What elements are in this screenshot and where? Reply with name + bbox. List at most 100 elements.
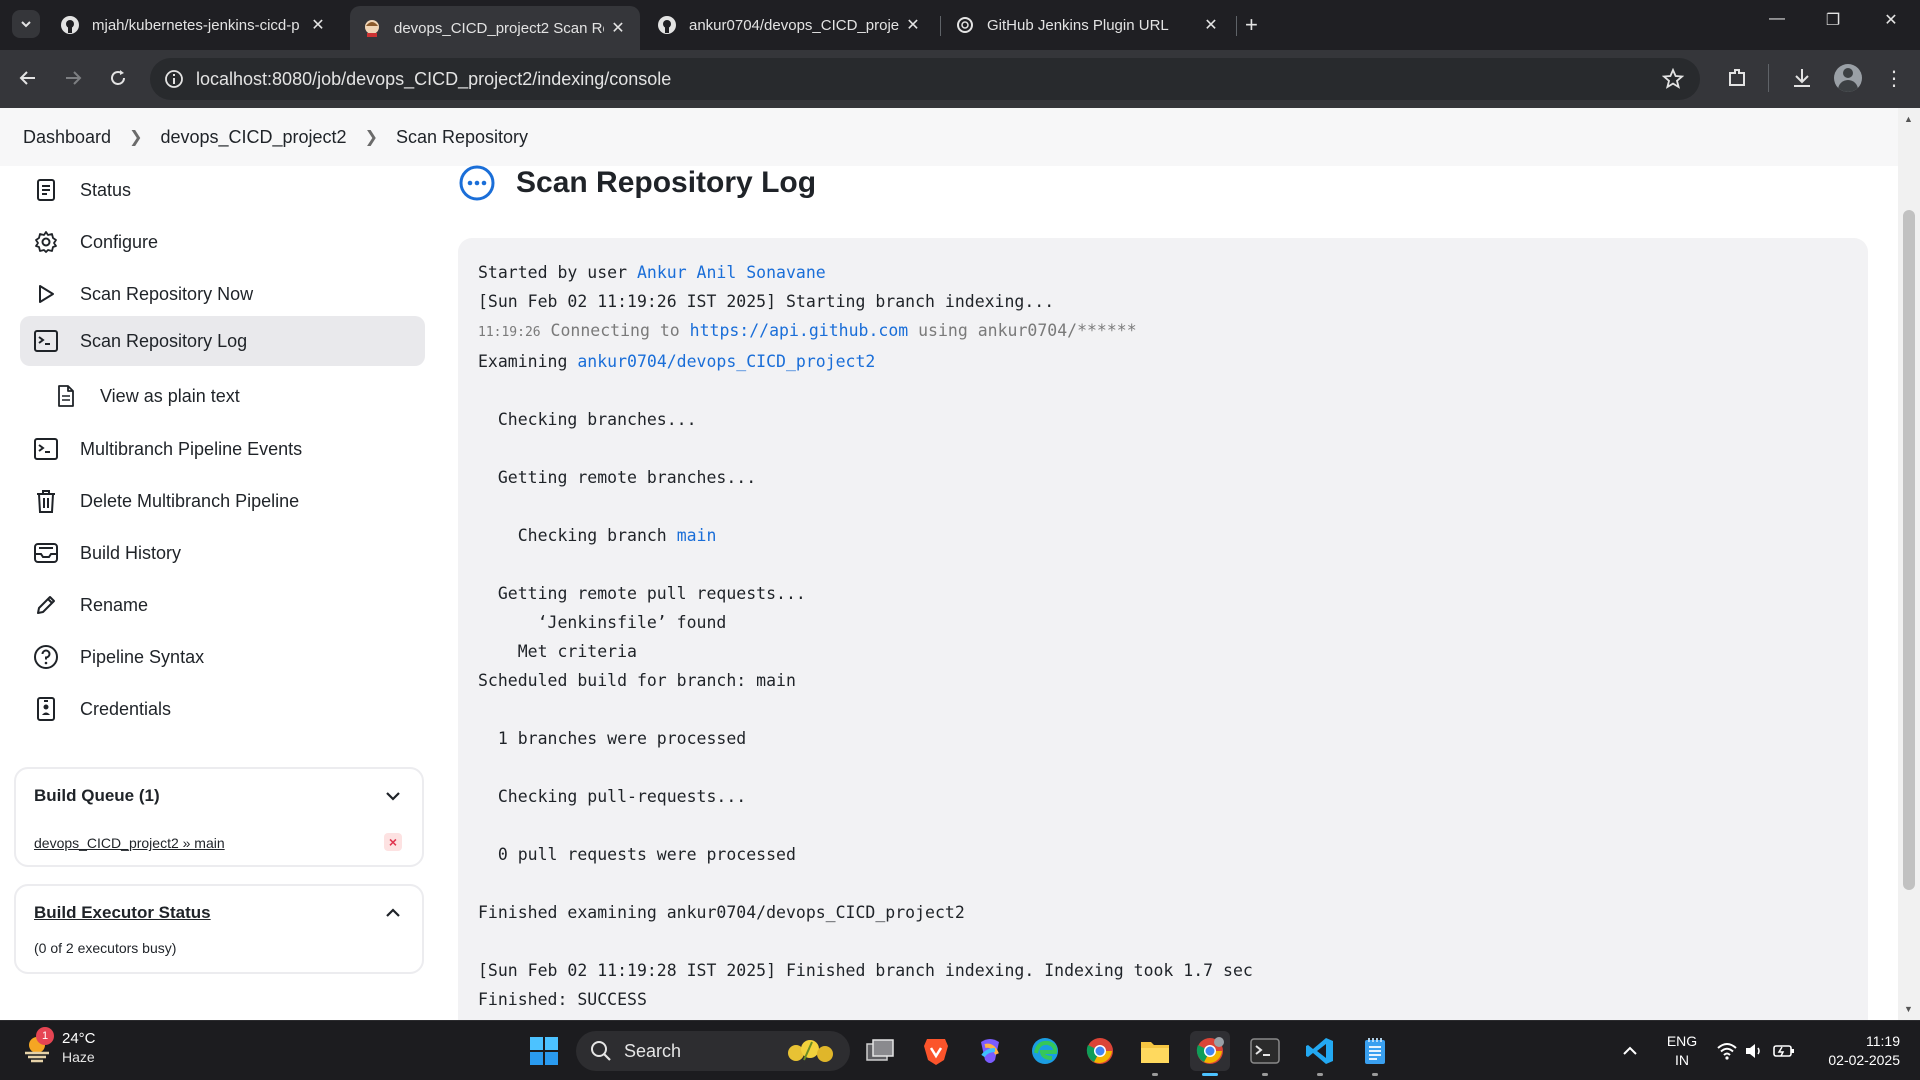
sidebar-item-multibranch-pipeline-events[interactable]: Multibranch Pipeline Events xyxy=(20,425,425,473)
close-icon[interactable]: ✕ xyxy=(903,15,923,35)
avatar[interactable] xyxy=(1834,64,1862,92)
breadcrumb-dashboard[interactable]: Dashboard xyxy=(23,127,111,148)
windows-start-icon[interactable] xyxy=(524,1031,564,1071)
weather-widget[interactable]: 1 24°C Haze xyxy=(20,1027,96,1067)
sidebar-item-configure[interactable]: Configure xyxy=(20,218,425,266)
log-line: 0 pull requests were processed xyxy=(478,845,796,864)
wifi-icon[interactable] xyxy=(1716,1041,1738,1061)
github-icon xyxy=(61,16,79,34)
browser-tab[interactable]: mjah/kubernetes-jenkins-cicd-p ✕ xyxy=(48,6,340,44)
build-executor-panel: Build Executor Status (0 of 2 executors … xyxy=(14,884,424,974)
sidebar-item-label: Credentials xyxy=(80,698,172,719)
status-icon xyxy=(32,176,60,204)
active-indicator xyxy=(1202,1073,1218,1076)
notepad-icon[interactable] xyxy=(1355,1031,1395,1071)
restore-icon[interactable]: ❐ xyxy=(1818,10,1848,30)
log-line: using ankur0704/****** xyxy=(908,321,1137,340)
sidebar-item-label: Scan Repository Now xyxy=(80,283,254,304)
cancel-icon[interactable]: × xyxy=(384,833,402,851)
chevron-up-icon[interactable] xyxy=(384,904,402,922)
sidebar-item-label: Configure xyxy=(80,231,159,252)
menu-dots-icon[interactable]: ⋮ xyxy=(1884,66,1904,91)
copilot-icon[interactable] xyxy=(970,1031,1010,1071)
close-icon[interactable]: ✕ xyxy=(1201,15,1221,35)
sidebar-item-status[interactable]: Status xyxy=(20,166,425,214)
clock-date: 02-02-2025 xyxy=(1828,1052,1900,1068)
brave-browser-icon[interactable] xyxy=(916,1031,956,1071)
sidebar-item-rename[interactable]: Rename xyxy=(20,581,425,629)
chevron-right-icon: ❯ xyxy=(129,129,143,146)
tab-title: mjah/kubernetes-jenkins-cicd-p xyxy=(92,16,300,34)
sidebar-item-delete-multibranch-pipeline[interactable]: Delete Multibranch Pipeline xyxy=(20,477,425,525)
forward-icon[interactable] xyxy=(61,66,85,90)
battery-icon[interactable] xyxy=(1772,1042,1796,1060)
queue-item-link[interactable]: devops_CICD_project2 » main xyxy=(34,835,225,851)
chevron-down-icon[interactable] xyxy=(384,787,402,805)
close-icon[interactable]: ✕ xyxy=(308,15,328,35)
gear-icon xyxy=(32,228,60,256)
sidebar-item-view-as-plain-text[interactable]: View as plain text xyxy=(20,372,425,420)
site-info-icon[interactable] xyxy=(164,69,184,89)
api-url-link[interactable]: https://api.github.com xyxy=(690,321,909,340)
build-queue-title: Build Queue (1) xyxy=(34,786,160,805)
back-icon[interactable] xyxy=(16,66,40,90)
sidebar-item-label: Scan Repository Log xyxy=(80,330,248,351)
sidebar-item-credentials[interactable]: Credentials xyxy=(20,685,425,733)
download-icon[interactable] xyxy=(1790,66,1814,90)
chrome-icon[interactable] xyxy=(1080,1031,1120,1071)
breadcrumb-scan-repository[interactable]: Scan Repository xyxy=(396,127,528,148)
browser-tab[interactable]: ankur0704/devops_CICD_projec ✕ xyxy=(645,6,935,44)
close-window-icon[interactable]: ✕ xyxy=(1876,10,1906,30)
search-icon xyxy=(591,1041,611,1061)
log-timestamp: 11:19:26 xyxy=(478,325,541,340)
branch-link[interactable]: main xyxy=(677,526,717,545)
log-line: Getting remote pull requests... xyxy=(478,584,806,603)
user-link[interactable]: Ankur Anil Sonavane xyxy=(637,263,826,282)
language-code: ENG xyxy=(1666,1033,1698,1049)
tab-title: GitHub Jenkins Plugin URL xyxy=(987,16,1169,34)
edge-icon[interactable] xyxy=(1025,1031,1065,1071)
sidebar-item-scan-repository-now[interactable]: Scan Repository Now xyxy=(20,270,425,318)
extensions-icon[interactable] xyxy=(1725,66,1749,90)
file-explorer-icon[interactable] xyxy=(1135,1031,1175,1071)
chrome-profile-icon[interactable] xyxy=(1190,1031,1230,1071)
breadcrumb-project[interactable]: devops_CICD_project2 xyxy=(160,127,346,148)
sidebar-item-pipeline-syntax[interactable]: Pipeline Syntax xyxy=(20,633,425,681)
volume-icon[interactable] xyxy=(1744,1041,1764,1061)
new-tab-button[interactable]: + xyxy=(1245,12,1258,38)
task-view-icon[interactable] xyxy=(860,1031,900,1071)
scrollbar-thumb[interactable] xyxy=(1903,210,1915,890)
search-highlight-icon xyxy=(788,1040,833,1062)
log-line: Started by user xyxy=(478,263,637,282)
url-text: localhost:8080/job/devops_CICD_project2/… xyxy=(196,69,672,89)
language-indicator[interactable]: ENG IN xyxy=(1664,1032,1700,1070)
sidebar-item-label: Build History xyxy=(80,542,182,563)
log-line: Met criteria xyxy=(478,642,637,661)
minimize-icon[interactable]: — xyxy=(1762,10,1792,28)
toolbar-divider xyxy=(1768,64,1769,92)
browser-tab-active[interactable]: devops_CICD_project2 Scan Rep ✕ xyxy=(350,6,640,50)
build-executor-title[interactable]: Build Executor Status xyxy=(34,903,211,923)
trash-icon xyxy=(32,487,60,515)
chevron-up-icon[interactable] xyxy=(1622,1043,1638,1059)
reload-icon[interactable] xyxy=(106,66,130,90)
console-output: Started by user Ankur Anil Sonavane [Sun… xyxy=(458,238,1868,1038)
tab-separator xyxy=(940,16,941,36)
scroll-up-icon[interactable]: ▲ xyxy=(1904,114,1913,124)
inbox-icon xyxy=(32,539,60,567)
scroll-down-icon[interactable]: ▼ xyxy=(1904,1004,1913,1014)
browser-tab[interactable]: GitHub Jenkins Plugin URL ✕ xyxy=(943,6,1233,44)
system-clock[interactable]: 11:19 02-02-2025 xyxy=(1828,1032,1900,1070)
sidebar-item-scan-repository-log[interactable]: Scan Repository Log xyxy=(20,316,425,366)
taskbar-search[interactable]: Search xyxy=(576,1031,850,1071)
bookmark-star-icon[interactable] xyxy=(1662,68,1684,90)
sidebar-item-build-history[interactable]: Build History xyxy=(20,529,425,577)
address-bar[interactable]: localhost:8080/job/devops_CICD_project2/… xyxy=(150,58,1700,100)
close-icon[interactable]: ✕ xyxy=(608,18,628,38)
sidebar-item-label: View as plain text xyxy=(100,385,240,406)
vscode-icon[interactable] xyxy=(1300,1031,1340,1071)
tab-search-button[interactable] xyxy=(12,10,40,38)
terminal-app-icon[interactable] xyxy=(1245,1031,1285,1071)
sidebar-item-label: Status xyxy=(80,179,132,200)
repo-link[interactable]: ankur0704/devops_CICD_project2 xyxy=(577,352,875,371)
